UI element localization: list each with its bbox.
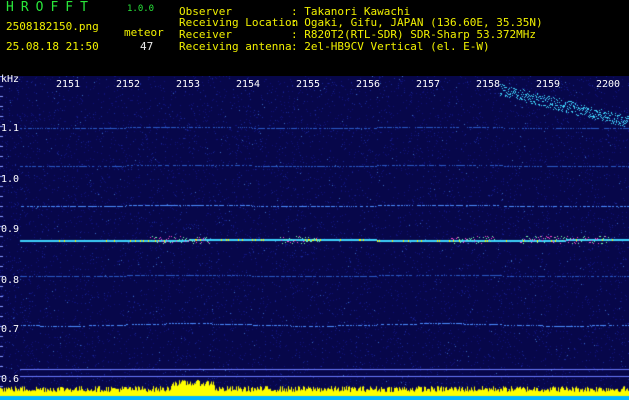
y-tick: 0.8 [1,275,20,286]
location-value: : Ogaki, Gifu, JAPAN (136.60E, 35.35N) [291,16,543,29]
x-tick: 2151 [56,79,81,90]
antenna-label: Receiving antenna [179,40,292,53]
antenna-value: : 2el-HB9CV Vertical (el. E-W) [291,40,490,53]
spectrogram-canvas [0,76,629,400]
x-tick: 2155 [296,79,321,90]
x-tick: 2154 [236,79,261,90]
y-tick: 1.1 [1,123,20,134]
receiver-label: Receiver [179,28,232,41]
meteor-count: 47 [140,40,154,53]
header-panel: HROFFT 1.0.0 2508182150.png 25.08.18 21:… [0,0,629,76]
app-name: HROFFT [6,0,95,15]
x-tick: 2152 [116,79,141,90]
meteor-label: meteor [124,26,164,39]
file-datetime: 25.08.18 21:50 [6,40,99,53]
x-tick: 2158 [476,79,501,90]
receiver-value: : R820T2(RTL-SDR) SDR-Sharp 53.372MHz [291,28,537,41]
x-tick: 2157 [416,79,441,90]
y-tick: 0.7 [1,324,20,335]
x-tick: 2159 [536,79,561,90]
y-tick: 1.0 [1,174,20,185]
x-tick: 2156 [356,79,381,90]
y-tick: 0.6 [1,374,20,385]
x-tick: 2153 [176,79,201,90]
y-tick: 0.9 [1,224,20,235]
app-version: 1.0.0 [127,4,155,14]
y-axis-unit: kHz [1,74,20,85]
location-label: Receiving Location [179,16,299,29]
file-name: 2508182150.png [6,20,99,33]
x-tick: 2200 [596,79,621,90]
